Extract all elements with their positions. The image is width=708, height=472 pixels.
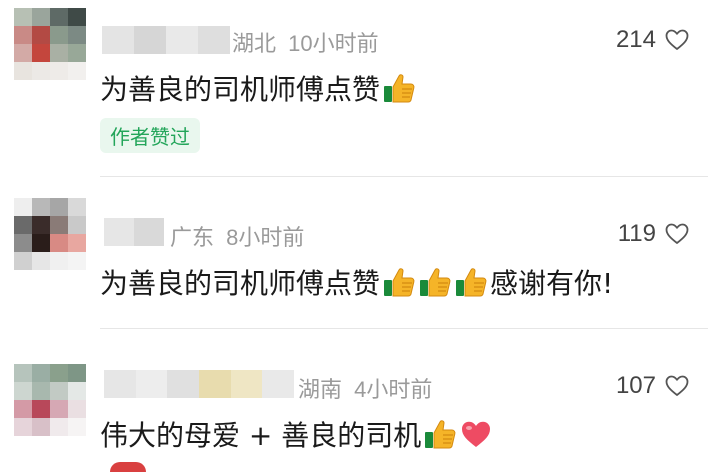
comment-meta: 湖北 10小时前 xyxy=(232,26,379,58)
comment-text-content: 为善良的司机师傅点赞 xyxy=(100,267,381,300)
like-count: 214 xyxy=(615,26,656,53)
heart-outline-icon xyxy=(664,222,690,246)
comment-item: 湖南 4小时前 107 伟大的母爱 + 善良的司机 xyxy=(0,330,708,472)
location: 湖北 xyxy=(232,31,277,56)
comment-text-suffix: 感谢有你! xyxy=(490,267,614,300)
location: 湖南 xyxy=(298,377,343,402)
divider xyxy=(100,176,708,177)
thumbs-up-icon xyxy=(423,417,457,451)
username-redacted[interactable] xyxy=(102,26,230,54)
timestamp: 4小时前 xyxy=(354,377,433,402)
like-count: 119 xyxy=(617,220,656,247)
avatar[interactable] xyxy=(14,8,86,80)
comment-text-content: 为善良的司机师傅点赞 xyxy=(100,73,381,106)
author-liked-badge: 作者赞过 xyxy=(100,118,200,153)
like-count: 107 xyxy=(615,372,656,399)
avatar-partial xyxy=(110,462,146,472)
thumbs-up-icon xyxy=(418,265,452,299)
heart-outline-icon xyxy=(664,28,690,52)
like-button[interactable]: 119 xyxy=(618,220,690,248)
comment-meta: 湖南 4小时前 xyxy=(298,372,432,404)
comment-item: 湖北 10小时前 214 为善良的司机师傅点赞 作者赞过 xyxy=(0,0,708,180)
thumbs-up-icon xyxy=(382,265,416,299)
username-redacted[interactable] xyxy=(104,370,294,398)
timestamp: 10小时前 xyxy=(288,31,379,56)
location: 广东 xyxy=(170,225,215,250)
comment-text: 为善良的司机师傅点赞 感谢有你! xyxy=(100,262,613,302)
thumbs-up-icon xyxy=(382,71,416,105)
red-heart-icon xyxy=(459,417,493,451)
like-button[interactable]: 214 xyxy=(616,26,690,54)
comment-text: 伟大的母爱 + 善良的司机 xyxy=(100,414,493,454)
thumbs-up-icon xyxy=(454,265,488,299)
comment-text-content: 伟大的母爱 + 善良的司机 xyxy=(100,419,422,452)
comment-meta: 广东 8小时前 xyxy=(170,220,304,252)
like-button[interactable]: 107 xyxy=(616,372,690,400)
timestamp: 8小时前 xyxy=(226,225,305,250)
comment-text: 为善良的司机师傅点赞 xyxy=(100,68,416,108)
avatar[interactable] xyxy=(14,198,86,270)
comment-item: 广东 8小时前 119 为善良的司机师傅点赞 感谢有你! xyxy=(0,180,708,330)
username-redacted[interactable] xyxy=(104,218,164,246)
heart-outline-icon xyxy=(664,374,690,398)
avatar[interactable] xyxy=(14,364,86,436)
divider xyxy=(100,328,708,329)
